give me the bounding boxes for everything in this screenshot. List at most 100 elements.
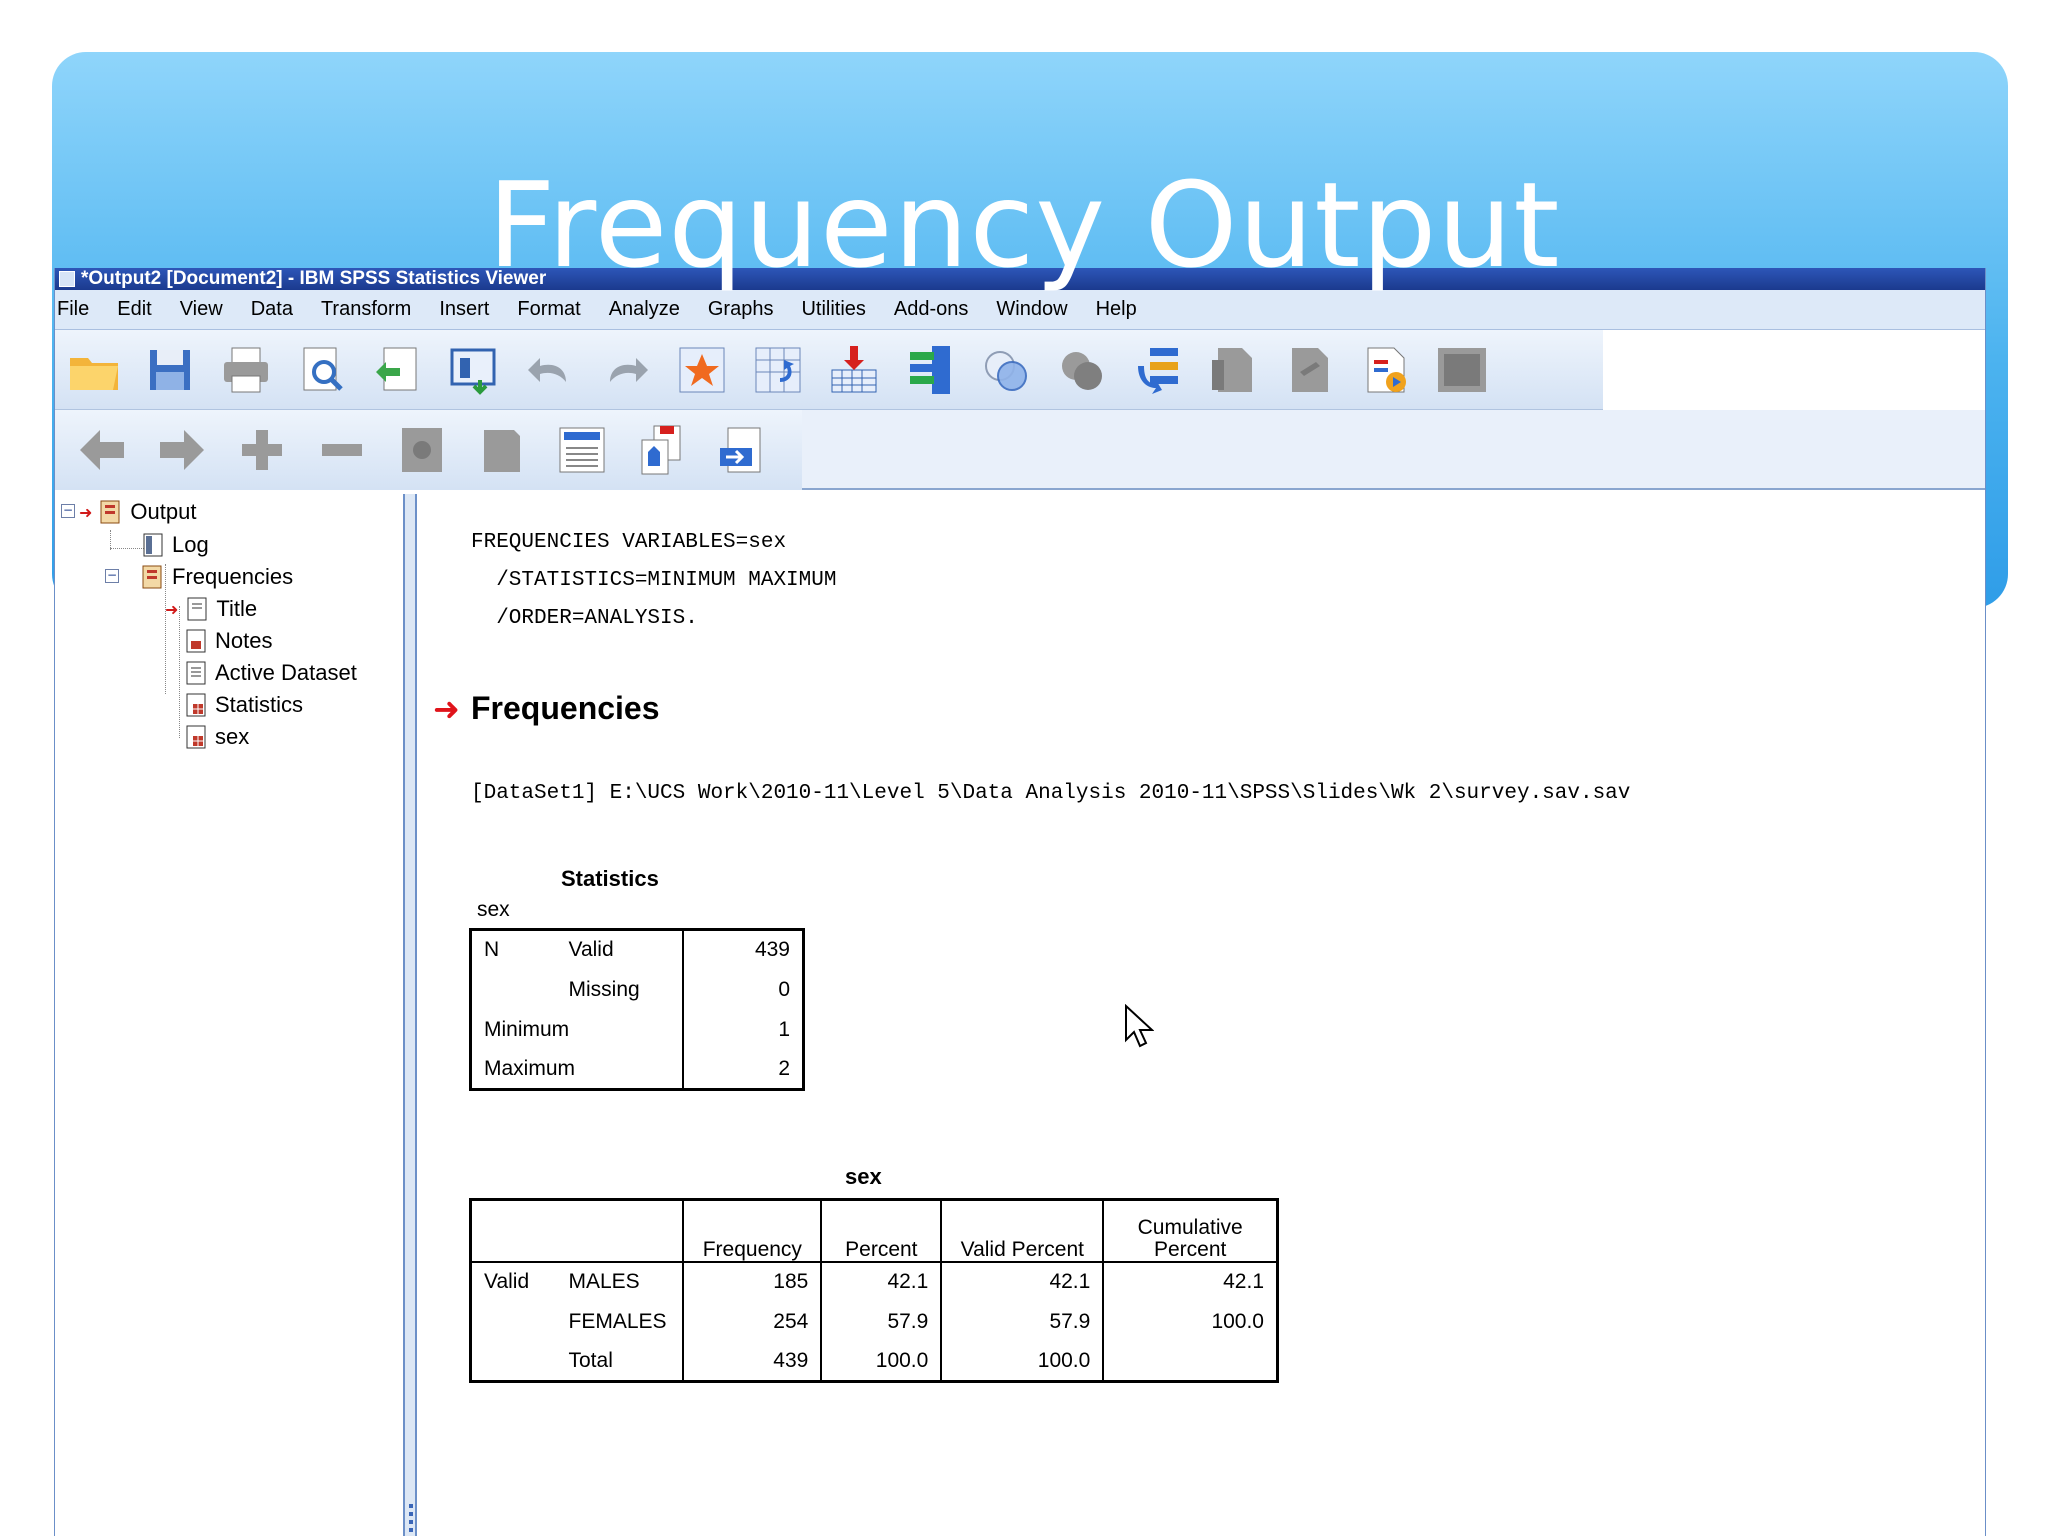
insert-text-icon[interactable]	[713, 421, 771, 479]
tree-item-log[interactable]: Log	[140, 530, 209, 560]
insert-cases-icon[interactable]	[825, 341, 883, 399]
table-cell: 42.1	[940, 1261, 1104, 1302]
table-cell: 1	[778, 1017, 790, 1041]
menu-format[interactable]: Format	[503, 298, 594, 321]
demote-arrow-right-icon[interactable]	[153, 421, 211, 479]
tree-item-frequencies[interactable]: Frequencies	[140, 562, 293, 592]
run-script-icon[interactable]	[1433, 341, 1491, 399]
tree-item-sex[interactable]: sex	[183, 722, 249, 752]
menu-file[interactable]: File	[55, 298, 103, 321]
viewer-panes: − ➜ Output Log − Frequencies ➜ Title Not…	[55, 494, 1985, 1536]
splitter-grip[interactable]	[409, 1504, 413, 1534]
tree-item-statistics[interactable]: Statistics	[183, 690, 303, 720]
pane-splitter[interactable]	[405, 494, 417, 1536]
recall-dialog-icon[interactable]	[445, 341, 503, 399]
weight-cases-icon[interactable]	[1053, 341, 1111, 399]
create-page-title-icon[interactable]	[1357, 341, 1415, 399]
menu-insert[interactable]: Insert	[425, 298, 503, 321]
designate-window-icon[interactable]	[1129, 341, 1187, 399]
table-cell: N	[484, 938, 500, 962]
table-row: Minimum 1	[470, 1009, 804, 1050]
undo-icon[interactable]	[521, 341, 579, 399]
table-header-row: Frequency Percent Valid Percent Cumulati…	[470, 1199, 1278, 1263]
table-row: Total 439 100.0 100.0	[471, 1341, 1278, 1382]
table-header-frequency: Frequency	[682, 1199, 822, 1263]
collapse-minus-icon[interactable]	[313, 421, 371, 479]
menu-window[interactable]: Window	[982, 298, 1081, 321]
outline-pane: − ➜ Output Log − Frequencies ➜ Title Not…	[55, 494, 405, 1536]
expand-toggle-frequencies[interactable]: −	[105, 569, 119, 583]
hide-items-icon[interactable]	[473, 421, 531, 479]
pivot-table-icon	[186, 693, 206, 717]
table-row: Valid MALES 185 42.1 42.1 42.1	[471, 1261, 1278, 1302]
create-text-icon[interactable]	[1281, 341, 1339, 399]
menu-utilities[interactable]: Utilities	[787, 298, 879, 321]
table-cell: 0	[778, 977, 790, 1001]
tree-label-output: Output	[130, 499, 197, 524]
menu-view[interactable]: View	[166, 298, 237, 321]
print-preview-icon[interactable]	[293, 341, 351, 399]
tree-label-active-dataset: Active Dataset	[215, 660, 357, 685]
table-cell: 42.1	[1102, 1261, 1278, 1302]
table-row: Missing 0	[471, 969, 804, 1010]
tree-label-title: Title	[216, 596, 258, 621]
tree-label-statistics: Statistics	[215, 692, 304, 717]
main-toolbar	[55, 330, 1603, 410]
statistics-table[interactable]: N Valid 439 Missing 0 Minimum 1 Maximum …	[469, 928, 805, 1091]
tree-item-notes[interactable]: Notes	[183, 626, 272, 656]
menu-data[interactable]: Data	[237, 298, 307, 321]
open-folder-icon[interactable]	[65, 341, 123, 399]
variables-icon[interactable]	[901, 341, 959, 399]
print-icon[interactable]	[217, 341, 275, 399]
menu-add-ons[interactable]: Add-ons	[880, 298, 983, 321]
red-arrow-icon: ➜	[79, 502, 93, 522]
frequency-table[interactable]: Frequency Percent Valid Percent Cumulati…	[469, 1198, 1279, 1383]
insert-heading-icon[interactable]	[553, 421, 611, 479]
export-icon[interactable]	[369, 341, 427, 399]
red-arrow-icon: ➜	[165, 599, 179, 619]
syntax-block: FREQUENCIES VARIABLES=sex /STATISTICS=MI…	[471, 524, 836, 638]
tree-item-output[interactable]: ➜ Output	[79, 497, 196, 527]
title-page-icon	[187, 597, 207, 621]
frequency-table-title: sex	[845, 1164, 882, 1189]
save-disk-icon[interactable]	[141, 341, 199, 399]
menu-analyze[interactable]: Analyze	[595, 298, 694, 321]
frequencies-heading[interactable]: Frequencies	[471, 690, 660, 727]
table-cell: 2	[778, 1056, 790, 1080]
book-icon	[142, 565, 162, 589]
promote-arrow-left-icon[interactable]	[73, 421, 131, 479]
document-icon	[186, 661, 206, 685]
table-cell: Minimum	[470, 1009, 684, 1050]
tree-label-frequencies: Frequencies	[172, 564, 294, 589]
expand-plus-icon[interactable]	[233, 421, 291, 479]
table-cell: 100.0	[820, 1341, 942, 1382]
outline-toolbar	[55, 410, 802, 490]
table-cell: 439	[754, 938, 790, 962]
table-row: Maximum 2	[470, 1049, 804, 1090]
table-header-cumulative-percent: Cumulative Percent	[1102, 1199, 1278, 1263]
redo-icon[interactable]	[597, 341, 655, 399]
menu-graphs[interactable]: Graphs	[694, 298, 788, 321]
tree-line	[179, 606, 180, 738]
table-cell	[471, 1342, 557, 1382]
statistics-table-title: Statistics	[561, 866, 659, 891]
table-row: FEMALES 254 57.9 57.9 100.0	[471, 1301, 1278, 1342]
split-file-icon[interactable]	[977, 341, 1035, 399]
show-icon[interactable]	[393, 421, 451, 479]
goto-variable-icon[interactable]	[749, 341, 807, 399]
create-title-icon[interactable]	[1205, 341, 1263, 399]
table-row: N Valid 439	[471, 929, 804, 970]
menu-transform[interactable]: Transform	[307, 298, 425, 321]
menu-edit[interactable]: Edit	[103, 298, 165, 321]
syntax-line: FREQUENCIES VARIABLES=sex	[471, 531, 787, 554]
table-cell: FEMALES	[568, 1309, 667, 1333]
expand-toggle-output[interactable]: −	[61, 504, 75, 518]
goto-case-icon[interactable]	[673, 341, 731, 399]
insert-title-icon[interactable]	[633, 421, 691, 479]
book-icon	[100, 500, 120, 524]
menu-help[interactable]: Help	[1082, 298, 1151, 321]
table-cell: 185	[682, 1261, 822, 1302]
menu-bar: File Edit View Data Transform Insert For…	[55, 290, 1985, 330]
tree-item-active-dataset[interactable]: Active Dataset	[183, 658, 357, 688]
dataset-path: [DataSet1] E:\UCS Work\2010-11\Level 5\D…	[471, 782, 1631, 805]
